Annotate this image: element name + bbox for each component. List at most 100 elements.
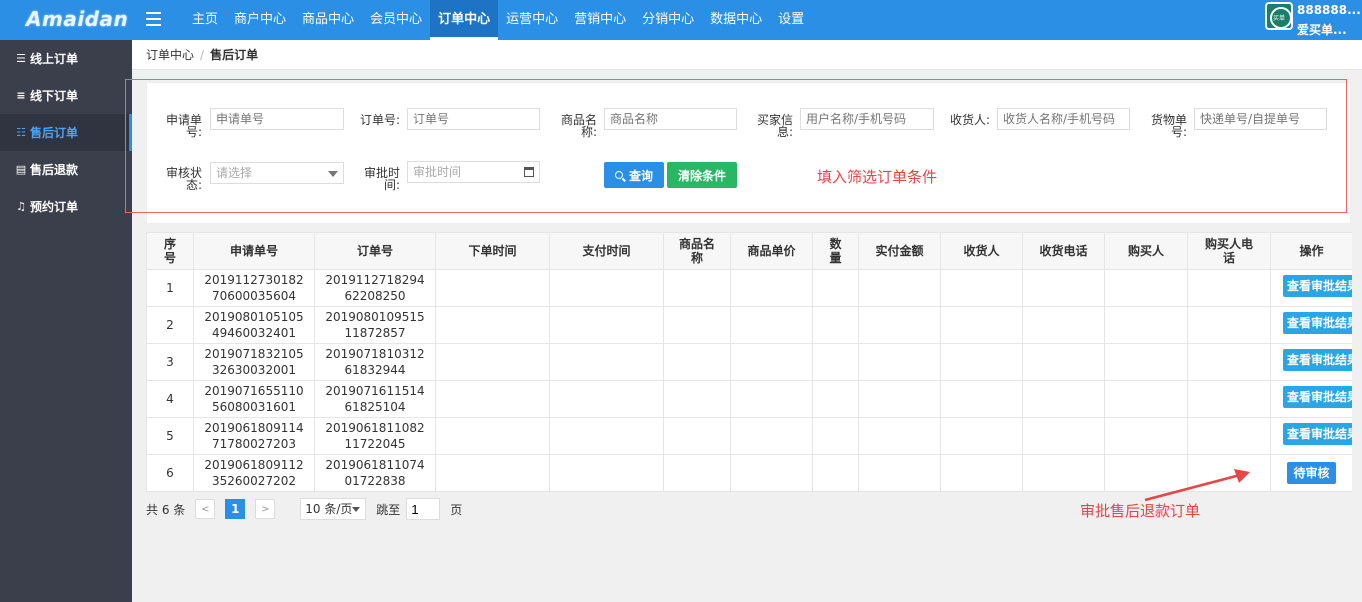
top-nav-data[interactable]: 数据中心 bbox=[702, 0, 770, 40]
row-index: 5 bbox=[146, 417, 194, 455]
approve-annotation-text: 审批售后退款订单 bbox=[1080, 502, 1201, 520]
table-row: 2 201908010510549460032401 2019080109515… bbox=[146, 306, 1352, 344]
row-apply-no: 201907183210532630032001 bbox=[193, 343, 315, 381]
col-header-receiver: 收货人 bbox=[940, 232, 1023, 270]
table-row: 4 201907165511056080031601 2019071611514… bbox=[146, 380, 1352, 418]
filter-annotation-box bbox=[125, 79, 1347, 213]
row-apply-no: 201906180911235260027202 bbox=[193, 454, 315, 492]
col-header-apply-no: 申请单号 bbox=[193, 232, 315, 270]
goto-page-input[interactable] bbox=[406, 498, 441, 520]
after-sale-orders-table: 序号 申请单号 订单号 下单时间 支付时间 商品名称 商品单价 数量 实付金额 … bbox=[146, 232, 1352, 492]
row-index: 3 bbox=[146, 343, 194, 381]
filter-annotation-text: 填入筛选订单条件 bbox=[817, 168, 938, 186]
view-approval-result-button[interactable]: 查看审批结果 bbox=[1283, 386, 1352, 408]
row-apply-no: 201907165511056080031601 bbox=[193, 380, 315, 418]
top-nav-order[interactable]: 订单中心 bbox=[430, 0, 499, 40]
col-header-order-time: 下单时间 bbox=[435, 232, 550, 270]
table-row: 3 201907183210532630032001 2019071810312… bbox=[146, 343, 1352, 381]
view-approval-result-button[interactable]: 查看审批结果 bbox=[1283, 349, 1352, 371]
page-size-value: 10 条/页 bbox=[305, 502, 353, 516]
app-logo[interactable]: Amaidan bbox=[26, 7, 128, 31]
view-approval-result-button[interactable]: 查看审批结果 bbox=[1283, 423, 1352, 445]
row-order-no: 201906181107401722838 bbox=[314, 454, 436, 492]
breadcrumb-parent[interactable]: 订单中心 bbox=[146, 48, 194, 62]
sidebar: ☰ 线上订单 ≡ 线下订单 ☷ 售后订单 ▤ 售后退款 ♫ 预约订单 bbox=[0, 40, 132, 602]
row-order-no: 201911271829462208250 bbox=[314, 269, 436, 307]
view-approval-result-button[interactable]: 查看审批结果 bbox=[1283, 312, 1352, 334]
sidebar-item-offline-orders[interactable]: ≡ 线下订单 bbox=[0, 77, 132, 114]
row-apply-no: 201911273018270600035604 bbox=[193, 269, 315, 307]
top-nav-distribution[interactable]: 分销中心 bbox=[634, 0, 702, 40]
receipt-icon: ▤ bbox=[15, 163, 27, 176]
page-button-current[interactable]: 1 bbox=[225, 499, 246, 519]
top-nav: 主页 商户中心 商品中心 会员中心 订单中心 运营中心 营销中心 分销中心 数据… bbox=[184, 0, 812, 40]
row-index: 4 bbox=[146, 380, 194, 418]
pending-review-button[interactable]: 待审核 bbox=[1287, 462, 1336, 484]
top-nav-operation[interactable]: 运营中心 bbox=[498, 0, 566, 40]
col-header-order-no: 订单号 bbox=[314, 232, 436, 270]
row-order-no: 201907161151461825104 bbox=[314, 380, 436, 418]
row-index: 6 bbox=[146, 454, 194, 492]
breadcrumb-separator: / bbox=[200, 48, 205, 62]
sidebar-item-label: 售后退款 bbox=[30, 163, 79, 177]
breadcrumb-current: 售后订单 bbox=[210, 48, 259, 62]
row-action-cell: 查看审批结果 bbox=[1270, 269, 1352, 307]
top-nav-marketing[interactable]: 营销中心 bbox=[566, 0, 634, 40]
annotation-arrow-icon bbox=[1144, 469, 1250, 502]
row-action-cell: 待审核 bbox=[1270, 454, 1352, 492]
row-index: 1 bbox=[146, 269, 194, 307]
col-header-receiver-phone: 收货电话 bbox=[1022, 232, 1105, 270]
next-page-button[interactable]: > bbox=[255, 499, 276, 519]
row-action-cell: 查看审批结果 bbox=[1270, 343, 1352, 381]
col-header-quantity: 数量 bbox=[812, 232, 859, 270]
avatar-logo-text: 买单 bbox=[1273, 15, 1286, 22]
row-apply-no: 201906180911471780027203 bbox=[193, 417, 315, 455]
prev-page-button[interactable]: < bbox=[195, 499, 216, 519]
list-icon: ☷ bbox=[16, 126, 26, 139]
col-header-pay-time: 支付时间 bbox=[549, 232, 664, 270]
pagination-total: 共 6 条 bbox=[146, 502, 186, 517]
sidebar-item-reservation-orders[interactable]: ♫ 预约订单 bbox=[0, 188, 132, 225]
breadcrumb: 订单中心 / 售后订单 bbox=[132, 40, 1362, 70]
user-name[interactable]: 爱买单... bbox=[1297, 21, 1347, 38]
hamburger-menu-icon[interactable] bbox=[146, 12, 161, 26]
col-header-unit-price: 商品单价 bbox=[730, 232, 813, 270]
chevron-down-icon bbox=[352, 507, 361, 512]
row-action-cell: 查看审批结果 bbox=[1270, 417, 1352, 455]
row-index: 2 bbox=[146, 306, 194, 344]
top-nav-merchant[interactable]: 商户中心 bbox=[226, 0, 294, 40]
row-action-cell: 查看审批结果 bbox=[1270, 306, 1352, 344]
row-action-cell: 查看审批结果 bbox=[1270, 380, 1352, 418]
col-header-product-name: 商品名称 bbox=[663, 232, 731, 270]
row-order-no: 201907181031261832944 bbox=[314, 343, 436, 381]
row-order-no: 201906181108211722045 bbox=[314, 417, 436, 455]
sidebar-item-online-orders[interactable]: ☰ 线上订单 bbox=[0, 40, 132, 77]
view-approval-result-button[interactable]: 查看审批结果 bbox=[1283, 275, 1352, 297]
top-nav-product[interactable]: 商品中心 bbox=[294, 0, 362, 40]
bell-icon: ♫ bbox=[16, 200, 26, 213]
col-header-paid-amount: 实付金额 bbox=[858, 232, 941, 270]
col-header-action: 操作 bbox=[1270, 232, 1352, 270]
sidebar-item-label: 线下订单 bbox=[30, 89, 79, 103]
row-order-no: 201908010951511872857 bbox=[314, 306, 436, 344]
lines-icon: ≡ bbox=[16, 89, 26, 102]
page-size-select[interactable]: 10 条/页 bbox=[300, 498, 367, 520]
table-row: 5 201906180911471780027203 2019061811082… bbox=[146, 417, 1352, 455]
top-nav-home[interactable]: 主页 bbox=[184, 0, 226, 40]
sidebar-item-label: 线上订单 bbox=[30, 52, 79, 66]
page-suffix-label: 页 bbox=[450, 502, 463, 517]
sidebar-item-after-sale-orders[interactable]: ☷ 售后订单 bbox=[0, 114, 132, 151]
col-header-index: 序号 bbox=[146, 232, 194, 270]
col-header-buyer-phone: 购买人电话 bbox=[1187, 232, 1271, 270]
user-avatar[interactable]: 买单 bbox=[1265, 2, 1293, 30]
top-bar: Amaidan 主页 商户中心 商品中心 会员中心 订单中心 运营中心 营销中心… bbox=[0, 0, 1362, 40]
sidebar-item-after-sale-refund[interactable]: ▤ 售后退款 bbox=[0, 151, 132, 188]
col-header-buyer: 购买人 bbox=[1104, 232, 1188, 270]
top-nav-settings[interactable]: 设置 bbox=[770, 0, 812, 40]
goto-label: 跳至 bbox=[376, 502, 401, 517]
sidebar-item-label: 预约订单 bbox=[30, 200, 79, 214]
row-apply-no: 201908010510549460032401 bbox=[193, 306, 315, 344]
top-nav-member[interactable]: 会员中心 bbox=[362, 0, 430, 40]
table-header-row: 序号 申请单号 订单号 下单时间 支付时间 商品名称 商品单价 数量 实付金额 … bbox=[146, 232, 1352, 270]
user-id[interactable]: 888888... bbox=[1297, 3, 1361, 17]
